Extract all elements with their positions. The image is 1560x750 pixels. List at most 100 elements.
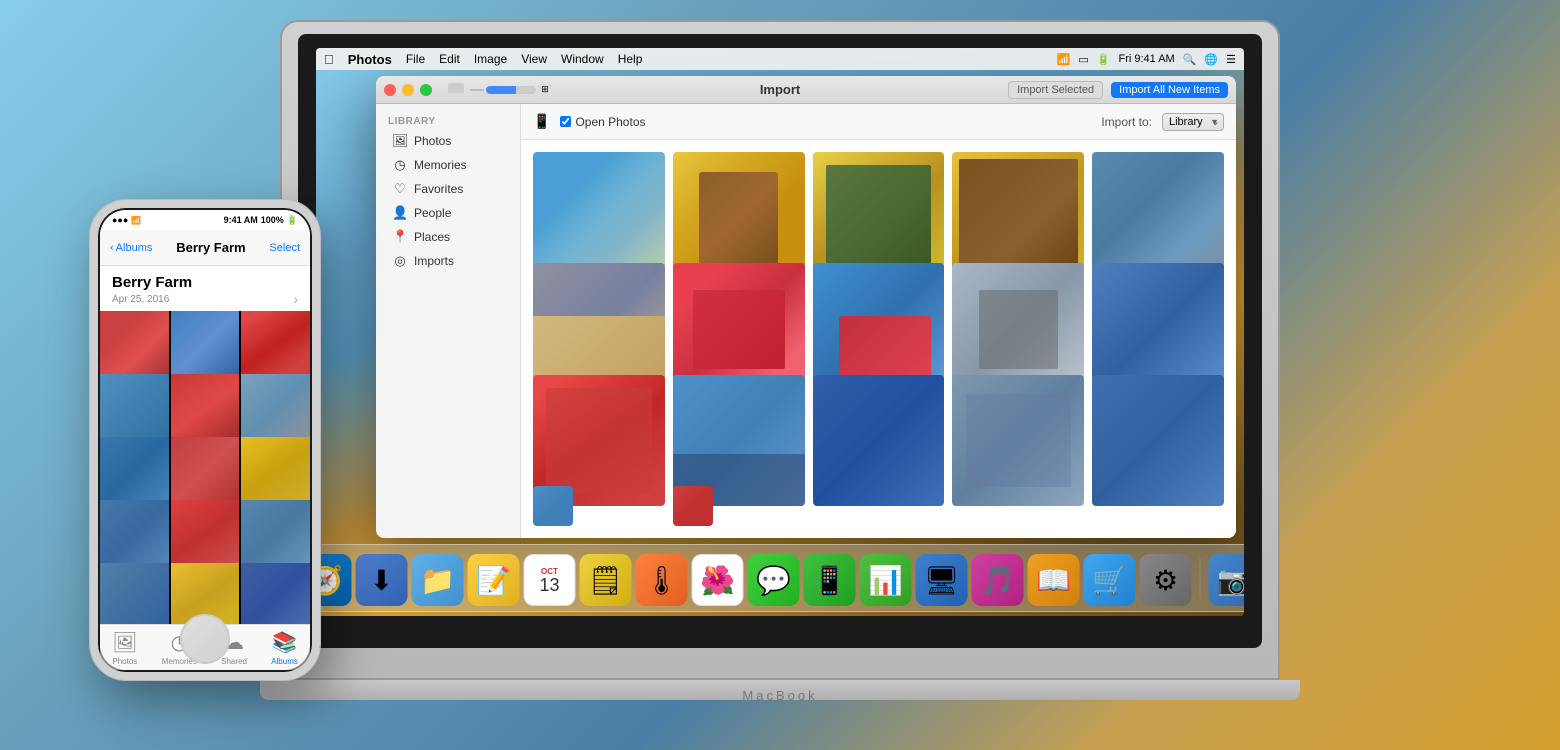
dock-photos-app[interactable]: 📷 bbox=[1209, 554, 1245, 606]
edit-menu[interactable]: Edit bbox=[439, 52, 460, 66]
sidebar-item-imports[interactable]: ◎ Imports bbox=[380, 249, 516, 273]
battery-icon: 🔋 bbox=[287, 215, 298, 226]
menubar-left:  Photos File Edit Image View Window Hel… bbox=[324, 52, 1043, 67]
sidebar-item-photos[interactable]: 🖼 Photos bbox=[380, 129, 516, 153]
tab-albums[interactable]: 📚 Albums bbox=[271, 630, 298, 666]
sidebar: Library 🖼 Photos ◷ Memories ♡ bbox=[376, 104, 521, 538]
import-to-select-wrapper: Library ▼ bbox=[1162, 113, 1224, 131]
open-photos-option[interactable]: Open Photos bbox=[560, 115, 645, 129]
import-selected-button[interactable]: Import Selected bbox=[1008, 81, 1103, 99]
select-button[interactable]: Select bbox=[269, 242, 300, 254]
dock-keynote[interactable]: 🖥 bbox=[916, 554, 968, 606]
iphone-photo-5[interactable] bbox=[171, 374, 240, 443]
photo-thumb-14[interactable] bbox=[952, 375, 1084, 507]
iphone-photo-8[interactable] bbox=[171, 437, 240, 506]
import-to-select[interactable]: Library bbox=[1162, 113, 1224, 131]
sidebar-item-favorites[interactable]: ♡ Favorites bbox=[380, 177, 516, 201]
places-sidebar-icon: 📍 bbox=[392, 229, 408, 245]
back-button[interactable]: ‹ Albums bbox=[110, 242, 152, 254]
back-label: Albums bbox=[116, 242, 153, 254]
dock-files[interactable]: 📁 bbox=[412, 554, 464, 606]
tab-shared-label: Shared bbox=[221, 657, 247, 666]
sidebar-section-library: Library bbox=[376, 112, 520, 129]
wifi-status: 📶 bbox=[131, 216, 141, 225]
titlebar-controls: Import Selected Import All New Items bbox=[1008, 81, 1228, 99]
menubar-right: 📶 ▭ 🔋 Fri 9:41 AM 🔍 🌐 ☰ bbox=[1057, 53, 1236, 66]
window-menu[interactable]: Window bbox=[561, 52, 604, 66]
signal-strength: ●●● bbox=[112, 215, 128, 225]
album-title: Berry Farm bbox=[112, 274, 298, 291]
sidebar-label-places: Places bbox=[414, 230, 450, 244]
iphone-photo-9[interactable] bbox=[241, 437, 310, 506]
minimize-button[interactable] bbox=[402, 84, 414, 96]
dock-download[interactable]: ⬇ bbox=[356, 554, 408, 606]
menubar:  Photos File Edit Image View Window Hel… bbox=[316, 48, 1244, 70]
iphone-photo-12[interactable] bbox=[241, 500, 310, 569]
dock-appstore[interactable]: 🛒 bbox=[1084, 554, 1136, 606]
dock-system-prefs[interactable]: ⚙ bbox=[1140, 554, 1192, 606]
open-photos-checkbox[interactable] bbox=[560, 116, 571, 127]
macbook-label: MacBook bbox=[742, 688, 817, 703]
photo-grid bbox=[521, 140, 1236, 538]
photo-thumb-13[interactable] bbox=[813, 375, 945, 507]
dock-weather[interactable]: 🌡 bbox=[636, 554, 688, 606]
iphone-photo-6[interactable] bbox=[241, 374, 310, 443]
sidebar-toggle-icon[interactable] bbox=[448, 83, 464, 93]
iphone-photo-1[interactable] bbox=[100, 311, 169, 380]
dock-calendar[interactable]: OCT 13 bbox=[524, 554, 576, 606]
sidebar-item-memories[interactable]: ◷ Memories bbox=[380, 153, 516, 177]
dock-stickies[interactable]: 🗒 bbox=[580, 554, 632, 606]
window-title: Import bbox=[558, 82, 1002, 97]
iphone-photo-15[interactable] bbox=[241, 563, 310, 624]
import-all-button[interactable]: Import All New Items bbox=[1111, 82, 1228, 98]
siri-icon[interactable]: 🌐 bbox=[1204, 53, 1218, 66]
tab-albums-icon: 📚 bbox=[272, 630, 297, 655]
open-photos-label: Open Photos bbox=[575, 115, 645, 129]
photo-thumb-17[interactable] bbox=[673, 486, 713, 526]
apple-menu-icon[interactable]:  bbox=[324, 52, 334, 67]
import-area: 📱 Open Photos Import to: Library bbox=[521, 104, 1236, 538]
statusbar-right: 9:41 AM 100% 🔋 bbox=[224, 215, 298, 226]
iphone-photo-4[interactable] bbox=[100, 374, 169, 443]
dock-itunes[interactable]: 🎵 bbox=[972, 554, 1024, 606]
macbook:  Photos File Edit Image View Window Hel… bbox=[280, 20, 1280, 740]
view-menu[interactable]: View bbox=[521, 52, 547, 66]
dock-numbers[interactable]: 📊 bbox=[860, 554, 912, 606]
zoom-slider[interactable] bbox=[486, 86, 536, 94]
image-menu[interactable]: Image bbox=[474, 52, 507, 66]
iphone: ●●● 📶 9:41 AM 100% 🔋 ‹ Albums Berry Farm… bbox=[90, 200, 320, 680]
dock-messages[interactable]: 💬 bbox=[748, 554, 800, 606]
file-menu[interactable]: File bbox=[406, 52, 425, 66]
iphone-photo-2[interactable] bbox=[171, 311, 240, 380]
airplay-icon: ▭ bbox=[1078, 53, 1088, 66]
iphone-photo-3[interactable] bbox=[241, 311, 310, 380]
iphone-photo-10[interactable] bbox=[100, 500, 169, 569]
photo-thumb-15[interactable] bbox=[1092, 375, 1224, 507]
home-button[interactable] bbox=[180, 614, 230, 664]
search-icon[interactable]: 🔍 bbox=[1183, 53, 1197, 66]
dock-notes[interactable]: 📝 bbox=[468, 554, 520, 606]
dock-photos[interactable]: 🌺 bbox=[692, 554, 744, 606]
notification-icon[interactable]: ☰ bbox=[1226, 53, 1236, 66]
window-titlebar: ⊞ Import Import Selected Import All New … bbox=[376, 76, 1236, 104]
tab-photos[interactable]: 🖼 Photos bbox=[112, 630, 137, 666]
detail-chevron-icon[interactable]: › bbox=[293, 291, 298, 307]
maximize-button[interactable] bbox=[420, 84, 432, 96]
import-to-label: Import to: bbox=[1101, 115, 1152, 129]
sidebar-label-favorites: Favorites bbox=[414, 182, 463, 196]
sidebar-item-places[interactable]: 📍 Places bbox=[380, 225, 516, 249]
dock-ibooks[interactable]: 📖 bbox=[1028, 554, 1080, 606]
iphone-photo-13[interactable] bbox=[100, 563, 169, 624]
app-name[interactable]: Photos bbox=[348, 52, 392, 67]
help-menu[interactable]: Help bbox=[618, 52, 643, 66]
iphone-photo-11[interactable] bbox=[171, 500, 240, 569]
close-button[interactable] bbox=[384, 84, 396, 96]
navbar-title: Berry Farm bbox=[152, 240, 269, 255]
dock-safari[interactable]: 🧭 bbox=[316, 554, 352, 606]
photo-thumb-16[interactable] bbox=[533, 486, 573, 526]
zoom-icon[interactable]: ⊞ bbox=[538, 83, 552, 97]
dock-facetime[interactable]: 📱 bbox=[804, 554, 856, 606]
iphone-photo-7[interactable] bbox=[100, 437, 169, 506]
favorites-sidebar-icon: ♡ bbox=[392, 181, 408, 197]
sidebar-item-people[interactable]: 👤 People bbox=[380, 201, 516, 225]
